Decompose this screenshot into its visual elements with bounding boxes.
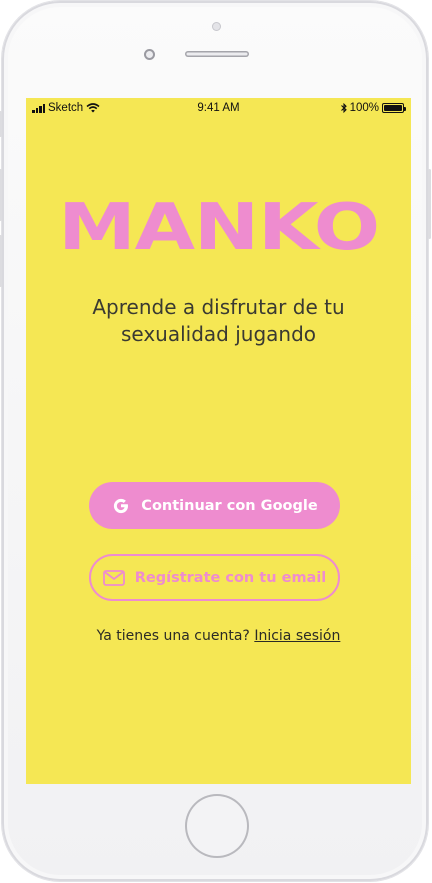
status-right: 100% — [340, 102, 406, 114]
register-email-button[interactable]: Regístrate con tu email — [89, 554, 340, 601]
tagline: Aprende a disfrutar de tu sexualidad jug… — [46, 294, 391, 348]
earpiece-speaker — [185, 51, 249, 57]
proximity-sensor — [212, 22, 221, 31]
mail-icon — [102, 569, 125, 586]
login-prompt: Ya tienes una cuenta? Inicia sesión — [26, 628, 411, 644]
battery-fill — [384, 105, 402, 111]
login-prompt-text: Ya tienes una cuenta? — [96, 628, 250, 644]
status-bar: Sketch 9:41 AM 100% — [26, 98, 411, 120]
volume-down-button — [0, 235, 2, 287]
front-camera — [144, 49, 155, 60]
app-logo: MANKO — [58, 191, 380, 265]
phone-frame: Sketch 9:41 AM 100% MANKO Aprende a disf… — [0, 1, 431, 881]
bluetooth-icon — [340, 103, 347, 113]
tagline-line-2: sexualidad jugando — [120, 322, 317, 346]
volume-up-button — [0, 169, 2, 221]
google-button-label: Continuar con Google — [141, 497, 318, 514]
power-button — [428, 169, 431, 239]
home-button[interactable] — [185, 794, 249, 858]
app-screen: Sketch 9:41 AM 100% MANKO Aprende a disf… — [26, 98, 411, 784]
tagline-line-1: Aprende a disfrutar de tu — [92, 295, 345, 319]
continue-with-google-button[interactable]: Continuar con Google — [89, 482, 340, 529]
silent-switch — [0, 111, 2, 137]
battery-icon — [382, 103, 406, 113]
google-icon — [114, 498, 129, 513]
email-button-label: Regístrate con tu email — [134, 569, 327, 586]
battery-percent: 100% — [349, 102, 379, 114]
login-link[interactable]: Inicia sesión — [254, 628, 340, 644]
